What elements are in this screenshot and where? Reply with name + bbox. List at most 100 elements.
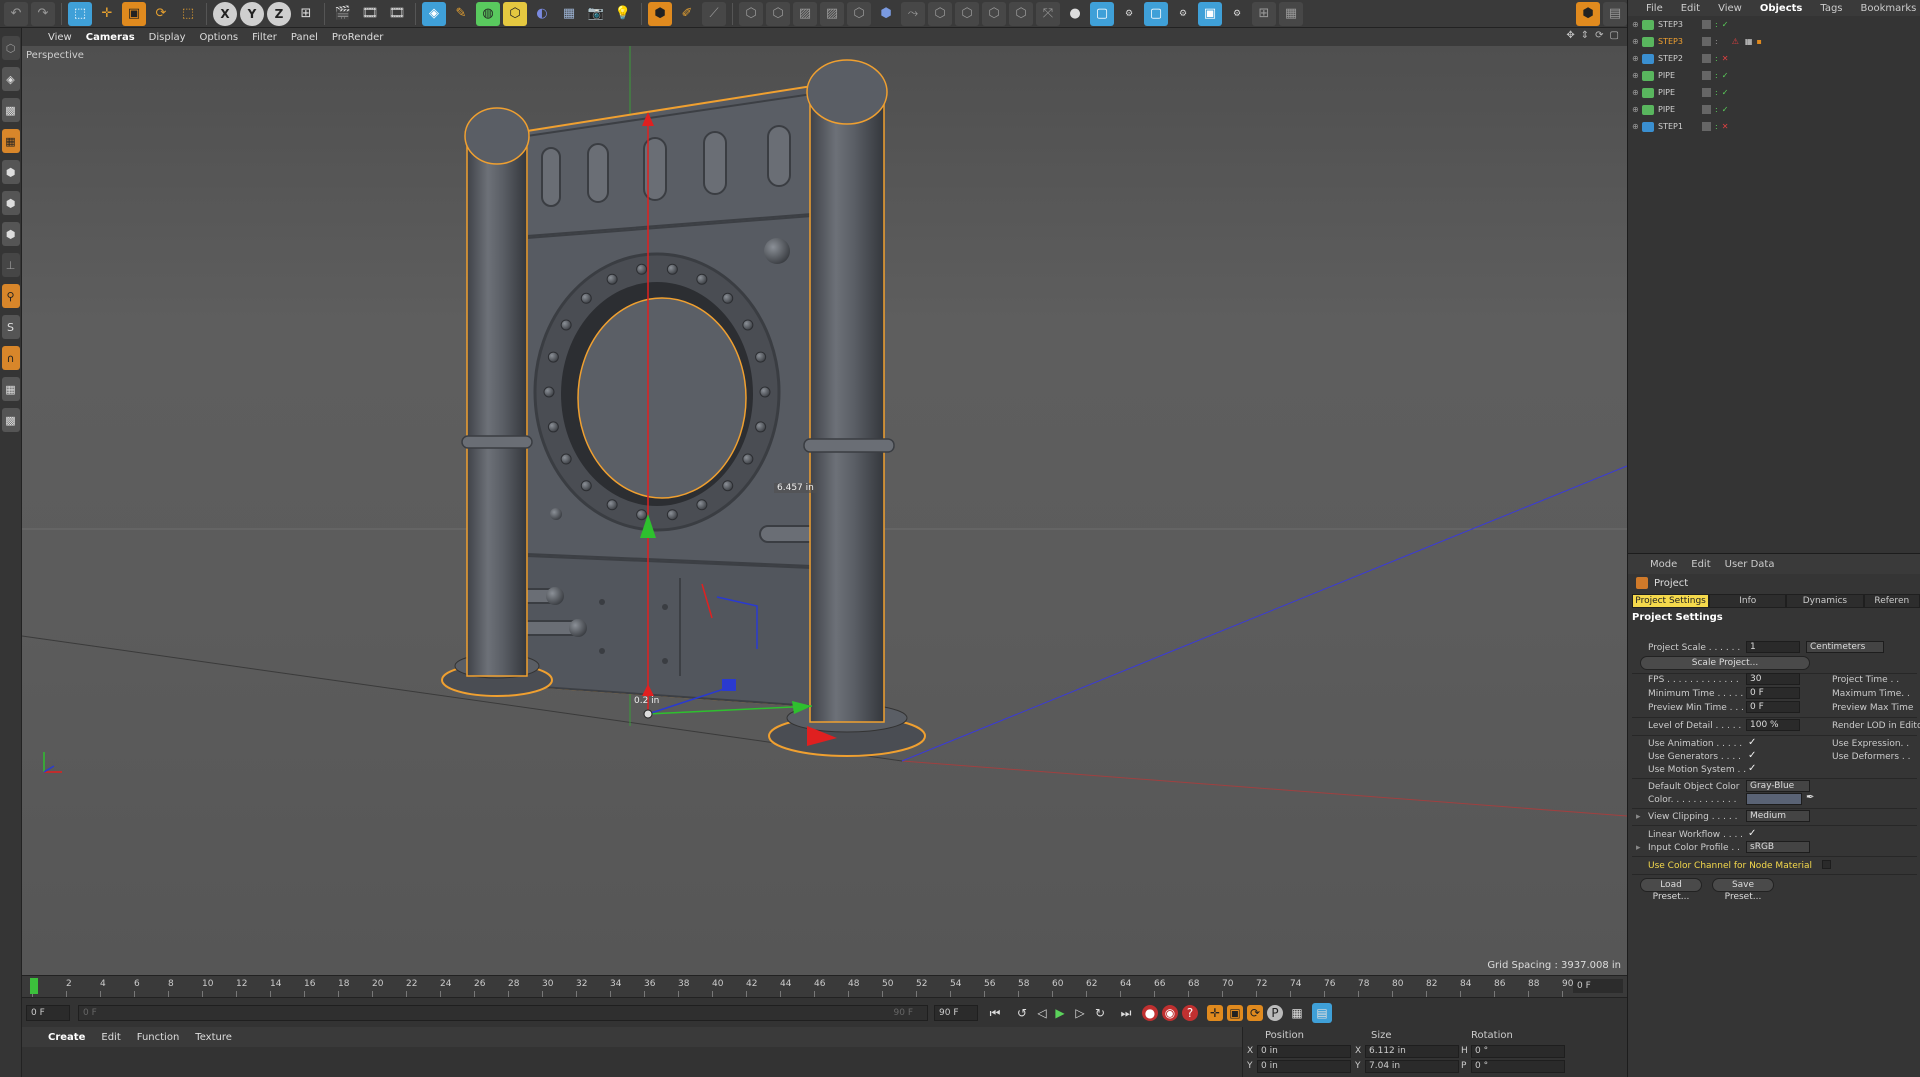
points-mode-icon[interactable]: ⬡ bbox=[739, 1, 763, 26]
paint-mode-icon[interactable]: ⬡ bbox=[1009, 1, 1033, 26]
level-of-detail-field[interactable]: 100 % bbox=[1746, 719, 1800, 731]
spline-pen-icon[interactable]: ✎ bbox=[449, 2, 473, 26]
layer-icon[interactable] bbox=[1702, 20, 1711, 29]
attr-menu-user-data[interactable]: User Data bbox=[1725, 559, 1775, 570]
current-frame-field[interactable]: 0 F bbox=[26, 1005, 70, 1021]
previous-frame-icon[interactable]: ◁ bbox=[1032, 1003, 1052, 1023]
object-row[interactable]: ⊕ PIPE : ✓ bbox=[1628, 84, 1920, 101]
viewport-menu-filter[interactable]: Filter bbox=[252, 32, 277, 43]
next-frame-icon[interactable]: ▷ bbox=[1070, 1003, 1090, 1023]
live-selection-icon[interactable]: ⬚ bbox=[68, 1, 92, 26]
object-name[interactable]: PIPE bbox=[1658, 105, 1698, 114]
key-rotation-icon[interactable]: ⟳ bbox=[1247, 1005, 1263, 1021]
edges-mode-icon[interactable]: ⬡ bbox=[766, 1, 790, 26]
y-axis-lock-button[interactable]: Y bbox=[240, 1, 264, 26]
object-row[interactable]: ⊕ PIPE : ✓ bbox=[1628, 67, 1920, 84]
node-material-checkbox[interactable] bbox=[1822, 860, 1831, 869]
render-view-icon[interactable]: 🎬 bbox=[331, 2, 355, 26]
redo-icon[interactable]: ↷ bbox=[31, 1, 55, 26]
checker-grid-icon[interactable]: ▦ bbox=[1, 377, 20, 401]
light-icon[interactable]: 💡 bbox=[611, 2, 635, 26]
color-swatch[interactable] bbox=[1746, 793, 1802, 805]
enabled-check-icon[interactable]: ✓ bbox=[1722, 88, 1729, 97]
attr-menu-mode[interactable]: Mode bbox=[1650, 559, 1677, 570]
solo-settings-icon[interactable]: ⚙ bbox=[1117, 2, 1141, 26]
visibility-dots-icon[interactable]: : bbox=[1715, 105, 1718, 114]
om-menu-view[interactable]: View bbox=[1718, 3, 1742, 14]
h-rotation-field[interactable]: 0 ° bbox=[1471, 1045, 1565, 1058]
recent-tools-icon[interactable]: ⬚ bbox=[176, 2, 200, 26]
key-parameter-icon[interactable]: P bbox=[1267, 1005, 1283, 1021]
axis-mode-icon[interactable]: ⤳ bbox=[901, 1, 925, 26]
visibility-dots-icon[interactable]: : bbox=[1715, 88, 1718, 97]
object-row[interactable]: ⊕ STEP2 : ✕ bbox=[1628, 50, 1920, 67]
play-icon[interactable]: ▶ bbox=[1050, 1003, 1070, 1023]
material-menu-edit[interactable]: Edit bbox=[101, 1032, 120, 1043]
disabled-x-icon[interactable]: ✕ bbox=[1722, 122, 1729, 131]
object-name[interactable]: STEP3 bbox=[1658, 20, 1698, 29]
array-generator-icon[interactable]: ⬡ bbox=[503, 1, 527, 26]
tweak-mode-icon[interactable]: ⬡ bbox=[982, 1, 1006, 26]
object-name[interactable]: PIPE bbox=[1658, 71, 1698, 80]
model-mode-icon[interactable]: ◈ bbox=[1, 67, 20, 91]
scale-tool-icon[interactable]: ▣ bbox=[122, 1, 146, 26]
viewport-menu-panel[interactable]: Panel bbox=[291, 32, 318, 43]
layout-menu-icon[interactable]: ▤ bbox=[1603, 1, 1627, 26]
magnet-icon[interactable]: ∩ bbox=[1, 346, 20, 370]
brush-icon[interactable]: ⟋ bbox=[702, 1, 726, 26]
x-position-field[interactable]: 0 in bbox=[1257, 1045, 1351, 1058]
layer-icon[interactable] bbox=[1702, 71, 1711, 80]
timeline-layout-icon[interactable]: ▤ bbox=[1312, 1003, 1332, 1023]
texture-mode-icon[interactable]: ⬡ bbox=[928, 1, 952, 26]
object-row[interactable]: ⊕ STEP3 : ✓ bbox=[1628, 16, 1920, 33]
layout-switch-icon[interactable]: ⬢ bbox=[1576, 1, 1600, 26]
disabled-x-icon[interactable]: ✕ bbox=[1722, 54, 1729, 63]
next-key-icon[interactable]: ↻ bbox=[1090, 1003, 1110, 1023]
go-to-end-icon[interactable]: ⏭ bbox=[1116, 1003, 1136, 1023]
keyframe-selection-icon[interactable]: ? bbox=[1182, 1005, 1198, 1021]
z-axis-lock-button[interactable]: Z bbox=[267, 1, 291, 26]
lock-workplane-icon[interactable]: ▩ bbox=[1, 408, 20, 432]
visibility-dots-icon[interactable]: : bbox=[1715, 37, 1718, 46]
layer-icon[interactable] bbox=[1702, 105, 1711, 114]
object-name[interactable]: STEP3 bbox=[1658, 37, 1698, 46]
key-pla-icon[interactable]: ▦ bbox=[1287, 1003, 1307, 1023]
object-name[interactable]: PIPE bbox=[1658, 88, 1698, 97]
visibility-dots-icon[interactable]: : bbox=[1715, 54, 1718, 63]
om-menu-file[interactable]: File bbox=[1646, 3, 1663, 14]
snap-toggle-icon[interactable]: S bbox=[1, 315, 20, 339]
expand-arrow-icon[interactable]: ▸ bbox=[1636, 843, 1641, 853]
om-menu-tags[interactable]: Tags bbox=[1820, 3, 1842, 14]
previous-key-icon[interactable]: ↺ bbox=[1012, 1003, 1032, 1023]
viewport-move-icon[interactable]: ✥ bbox=[1566, 30, 1574, 41]
deformer-icon[interactable]: ◐ bbox=[530, 2, 554, 26]
make-editable-icon[interactable]: ⬢ bbox=[648, 1, 672, 26]
key-position-icon[interactable]: ✛ bbox=[1207, 1005, 1223, 1021]
p-rotation-field[interactable]: 0 ° bbox=[1471, 1060, 1565, 1073]
viewport-menu-display[interactable]: Display bbox=[149, 32, 186, 43]
material-tag-icon[interactable]: ▪ bbox=[1756, 37, 1761, 46]
expand-icon[interactable]: ⊕ bbox=[1632, 54, 1642, 63]
polygons-mode-icon[interactable]: ▨ bbox=[793, 1, 817, 26]
expand-arrow-icon[interactable]: ▸ bbox=[1636, 812, 1641, 822]
object-row-selected[interactable]: ⊕ STEP3 : ⚠ ▦ ▪ bbox=[1628, 33, 1920, 50]
layer-icon[interactable] bbox=[1702, 37, 1711, 46]
workplane-settings-icon[interactable]: ⚙ bbox=[1225, 2, 1249, 26]
grid-icon[interactable]: ⊞ bbox=[1252, 1, 1276, 26]
y-size-field[interactable]: 7.04 in bbox=[1365, 1060, 1459, 1073]
perspective-viewport[interactable]: Perspective 6.457 in 0.2 in Grid Spacing… bbox=[22, 46, 1627, 975]
enabled-check-icon[interactable]: ✓ bbox=[1722, 105, 1729, 114]
rotate-tool-icon[interactable]: ⟳ bbox=[149, 2, 173, 26]
viewport-solo-icon[interactable]: ▢ bbox=[1144, 1, 1168, 26]
workplane-mode-icon[interactable]: ⬡ bbox=[955, 1, 979, 26]
scale-project-button[interactable]: Scale Project... bbox=[1640, 656, 1810, 670]
tab-referencing[interactable]: Referen bbox=[1863, 594, 1920, 608]
autokey-icon[interactable]: ◉ bbox=[1162, 1005, 1178, 1021]
object-row[interactable]: ⊕ PIPE : ✓ bbox=[1628, 101, 1920, 118]
expand-icon[interactable]: ⊕ bbox=[1632, 88, 1642, 97]
material-menu-function[interactable]: Function bbox=[137, 1032, 180, 1043]
viewport-menu-view[interactable]: View bbox=[48, 32, 72, 43]
linear-workflow-checkbox[interactable]: ✓ bbox=[1748, 828, 1756, 839]
viewport-menu-options[interactable]: Options bbox=[200, 32, 239, 43]
fps-field[interactable]: 30 bbox=[1746, 673, 1800, 685]
